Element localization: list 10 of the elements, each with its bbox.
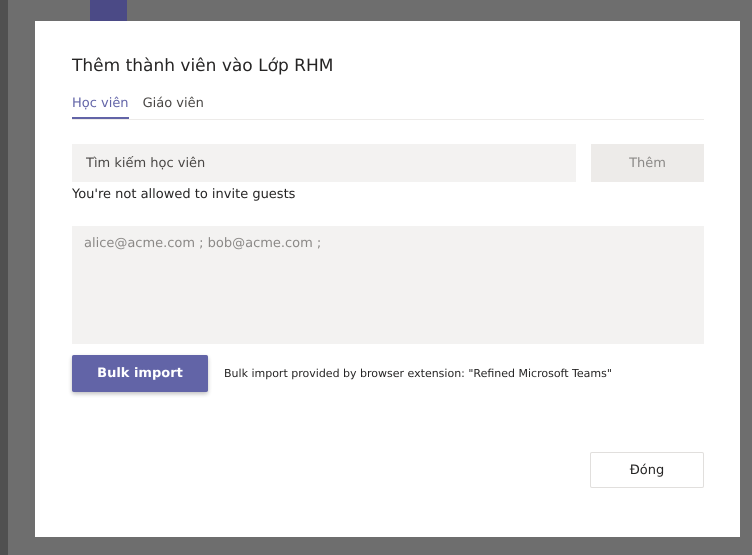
- warning-text: You're not allowed to invite guests: [72, 187, 296, 202]
- team-avatar: [90, 0, 127, 21]
- close-button[interactable]: Đóng: [590, 452, 704, 488]
- extension-note: Bulk import provided by browser extension: "Refined Microsoft Teams": [224, 367, 612, 380]
- dialog-title: Thêm thành viên vào Lớp RHM: [72, 56, 334, 78]
- bulk-import-button[interactable]: Bulk import: [72, 355, 208, 392]
- search-field[interactable]: Tìm kiếm học viên: [72, 144, 576, 182]
- tab[interactable]: Học viên: [72, 96, 129, 119]
- tab[interactable]: Giáo viên: [142, 96, 204, 119]
- email-list-field[interactable]: alice@acme.com ; bob@acme.com ;: [72, 226, 704, 344]
